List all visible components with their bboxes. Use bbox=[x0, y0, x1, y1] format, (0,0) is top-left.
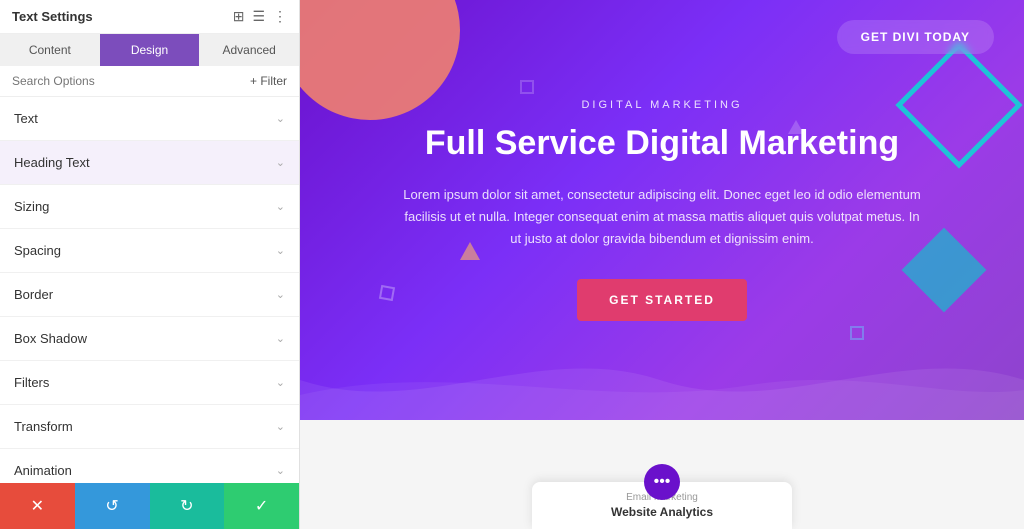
settings-panel: Text Settings ⊞ ☰ ⋮ Content Design Advan… bbox=[0, 0, 300, 529]
chevron-down-icon: ⌄ bbox=[276, 376, 285, 389]
accordion-item-spacing[interactable]: Spacing ⌄ bbox=[0, 229, 299, 273]
bottom-bar: ✕ ↺ ↻ ✓ bbox=[0, 483, 299, 529]
tabs-row: Content Design Advanced bbox=[0, 34, 299, 66]
hero-section: GET DIVI TODAY DIGITAL MARKETING Full Se… bbox=[300, 0, 1024, 420]
chevron-down-icon: ⌄ bbox=[276, 200, 285, 213]
save-icon: ✓ bbox=[255, 496, 268, 516]
right-content: GET DIVI TODAY DIGITAL MARKETING Full Se… bbox=[300, 0, 1024, 529]
bottom-section: ••• Email Marketing Website Analytics bbox=[300, 420, 1024, 529]
accordion-item-text[interactable]: Text ⌄ bbox=[0, 97, 299, 141]
accordion-label-animation: Animation bbox=[14, 463, 72, 478]
analytics-title: Website Analytics bbox=[552, 505, 772, 519]
search-input[interactable] bbox=[12, 74, 242, 88]
save-button[interactable]: ✓ bbox=[224, 483, 299, 529]
accordion-item-animation[interactable]: Animation ⌄ bbox=[0, 449, 299, 483]
cancel-icon: ✕ bbox=[31, 496, 44, 516]
columns-icon[interactable]: ☰ bbox=[252, 8, 265, 25]
accordion-label-transform: Transform bbox=[14, 419, 73, 434]
accordion-label-sizing: Sizing bbox=[14, 199, 49, 214]
accordion-label-heading: Heading Text bbox=[14, 155, 90, 170]
dots-icon: ••• bbox=[654, 473, 671, 491]
chevron-down-icon: ⌄ bbox=[276, 420, 285, 433]
filter-button[interactable]: + Filter bbox=[250, 74, 287, 88]
cancel-button[interactable]: ✕ bbox=[0, 483, 75, 529]
chevron-down-icon: ⌄ bbox=[276, 464, 285, 477]
tab-content[interactable]: Content bbox=[0, 34, 100, 66]
accordion-item-transform[interactable]: Transform ⌄ bbox=[0, 405, 299, 449]
hero-body: Lorem ipsum dolor sit amet, consectetur … bbox=[402, 184, 922, 250]
tab-design[interactable]: Design bbox=[100, 34, 200, 66]
accordion-item-border[interactable]: Border ⌄ bbox=[0, 273, 299, 317]
filter-label: + Filter bbox=[250, 74, 287, 88]
chevron-down-icon: ⌄ bbox=[276, 288, 285, 301]
more-options-icon[interactable]: ⋮ bbox=[273, 8, 287, 25]
search-row: + Filter bbox=[0, 66, 299, 97]
accordion-item-heading[interactable]: Heading Text ⌄ bbox=[0, 141, 299, 185]
undo-icon: ↺ bbox=[105, 496, 118, 516]
expand-icon[interactable]: ⊞ bbox=[233, 8, 245, 25]
panel-header: Text Settings ⊞ ☰ ⋮ bbox=[0, 0, 299, 34]
accordion-item-sizing[interactable]: Sizing ⌄ bbox=[0, 185, 299, 229]
accordion-item-filters[interactable]: Filters ⌄ bbox=[0, 361, 299, 405]
accordion-label-text: Text bbox=[14, 111, 38, 126]
analytics-menu-button[interactable]: ••• bbox=[644, 464, 680, 500]
chevron-down-icon: ⌄ bbox=[276, 332, 285, 345]
redo-button[interactable]: ↻ bbox=[150, 483, 225, 529]
chevron-down-icon: ⌄ bbox=[276, 244, 285, 257]
deco-square-2 bbox=[520, 80, 534, 94]
undo-button[interactable]: ↺ bbox=[75, 483, 150, 529]
analytics-card: ••• Email Marketing Website Analytics bbox=[532, 482, 792, 529]
accordion-list: Text ⌄ Heading Text ⌄ Sizing ⌄ Spacing ⌄… bbox=[0, 97, 299, 483]
redo-icon: ↻ bbox=[180, 496, 193, 516]
panel-title: Text Settings bbox=[12, 9, 93, 24]
accordion-label-box-shadow: Box Shadow bbox=[14, 331, 87, 346]
panel-header-icons: ⊞ ☰ ⋮ bbox=[233, 8, 287, 25]
hero-wave bbox=[300, 340, 1024, 420]
deco-square-3 bbox=[850, 326, 864, 340]
hero-title: Full Service Digital Marketing bbox=[402, 123, 922, 164]
get-started-button[interactable]: GET STARTED bbox=[577, 279, 747, 321]
accordion-label-border: Border bbox=[14, 287, 53, 302]
hero-content: DIGITAL MARKETING Full Service Digital M… bbox=[382, 99, 942, 320]
get-divi-button[interactable]: GET DIVI TODAY bbox=[837, 20, 994, 54]
tab-advanced[interactable]: Advanced bbox=[199, 34, 299, 66]
accordion-label-filters: Filters bbox=[14, 375, 49, 390]
accordion-item-box-shadow[interactable]: Box Shadow ⌄ bbox=[0, 317, 299, 361]
hero-subtitle: DIGITAL MARKETING bbox=[402, 99, 922, 111]
chevron-down-icon: ⌄ bbox=[276, 156, 285, 169]
accordion-label-spacing: Spacing bbox=[14, 243, 61, 258]
chevron-down-icon: ⌄ bbox=[276, 112, 285, 125]
